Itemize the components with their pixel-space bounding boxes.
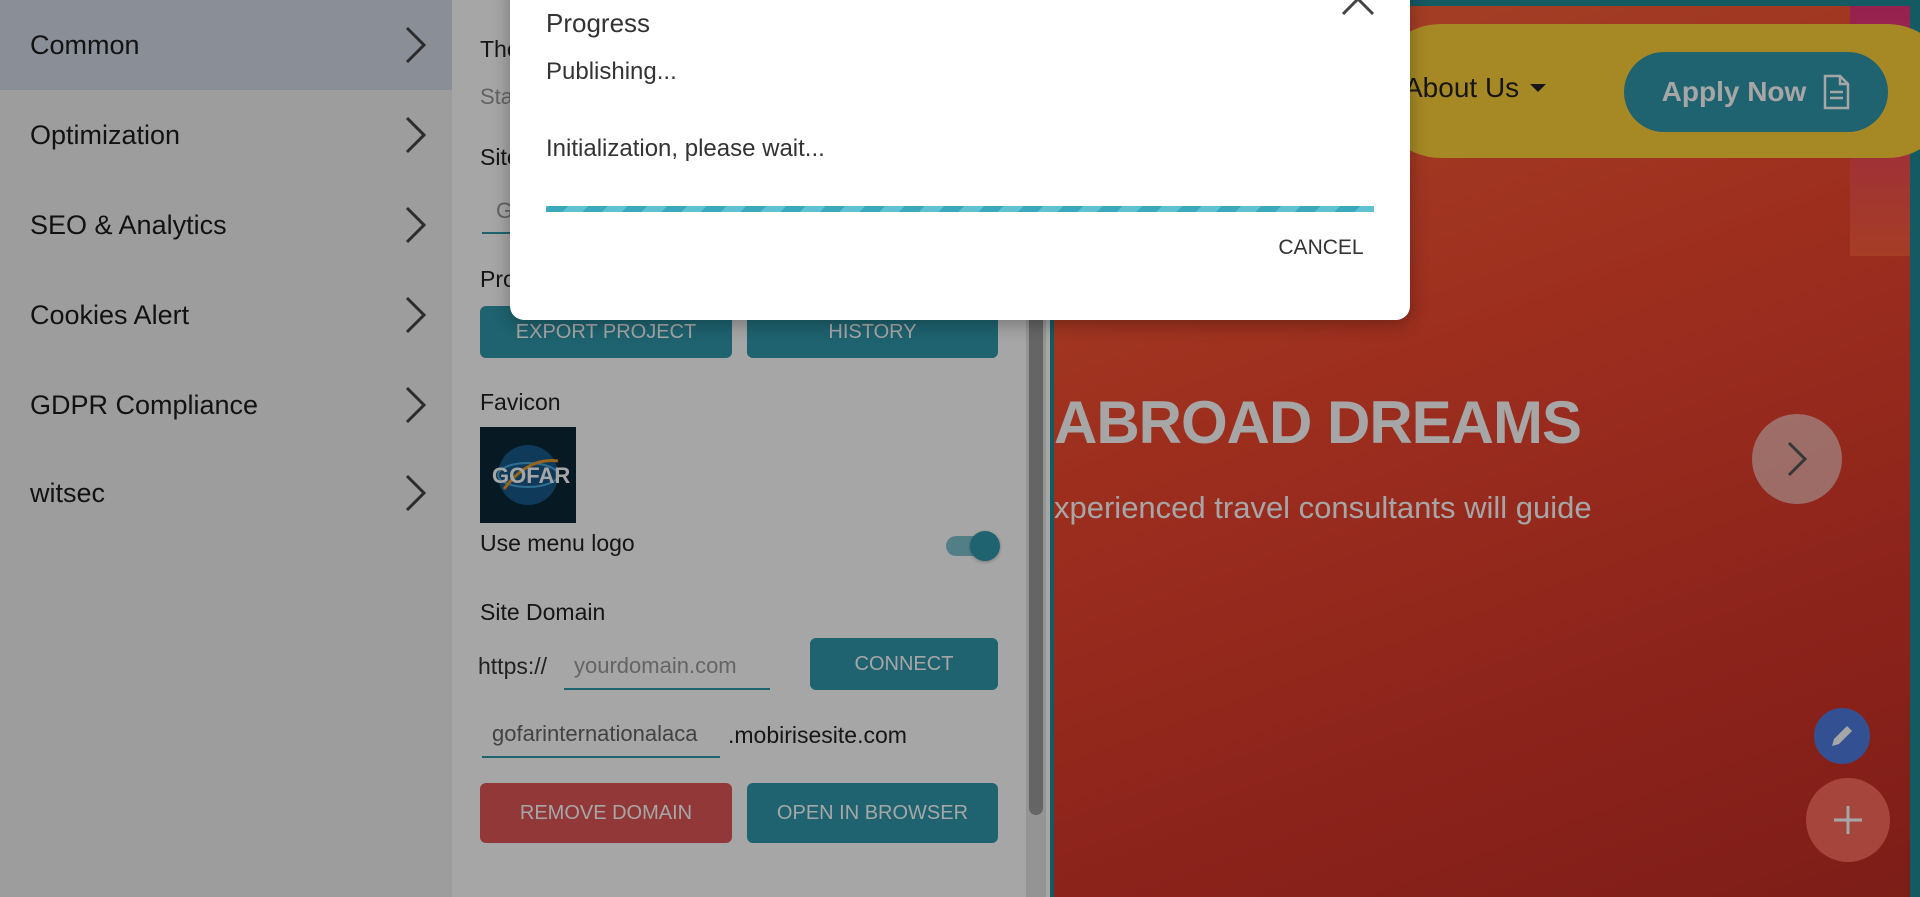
progress-bar [546, 206, 1374, 212]
publish-status: Publishing... [546, 58, 677, 85]
dialog-collapse-button[interactable] [1340, 0, 1376, 28]
chevron-up-icon [1341, 0, 1375, 16]
cancel-button[interactable]: CANCEL [1266, 230, 1376, 266]
publish-message: Initialization, please wait... [546, 135, 825, 162]
dialog-title: Progress [546, 8, 651, 38]
progress-dialog: Progress Publishing... Initialization, p… [510, 0, 1410, 320]
